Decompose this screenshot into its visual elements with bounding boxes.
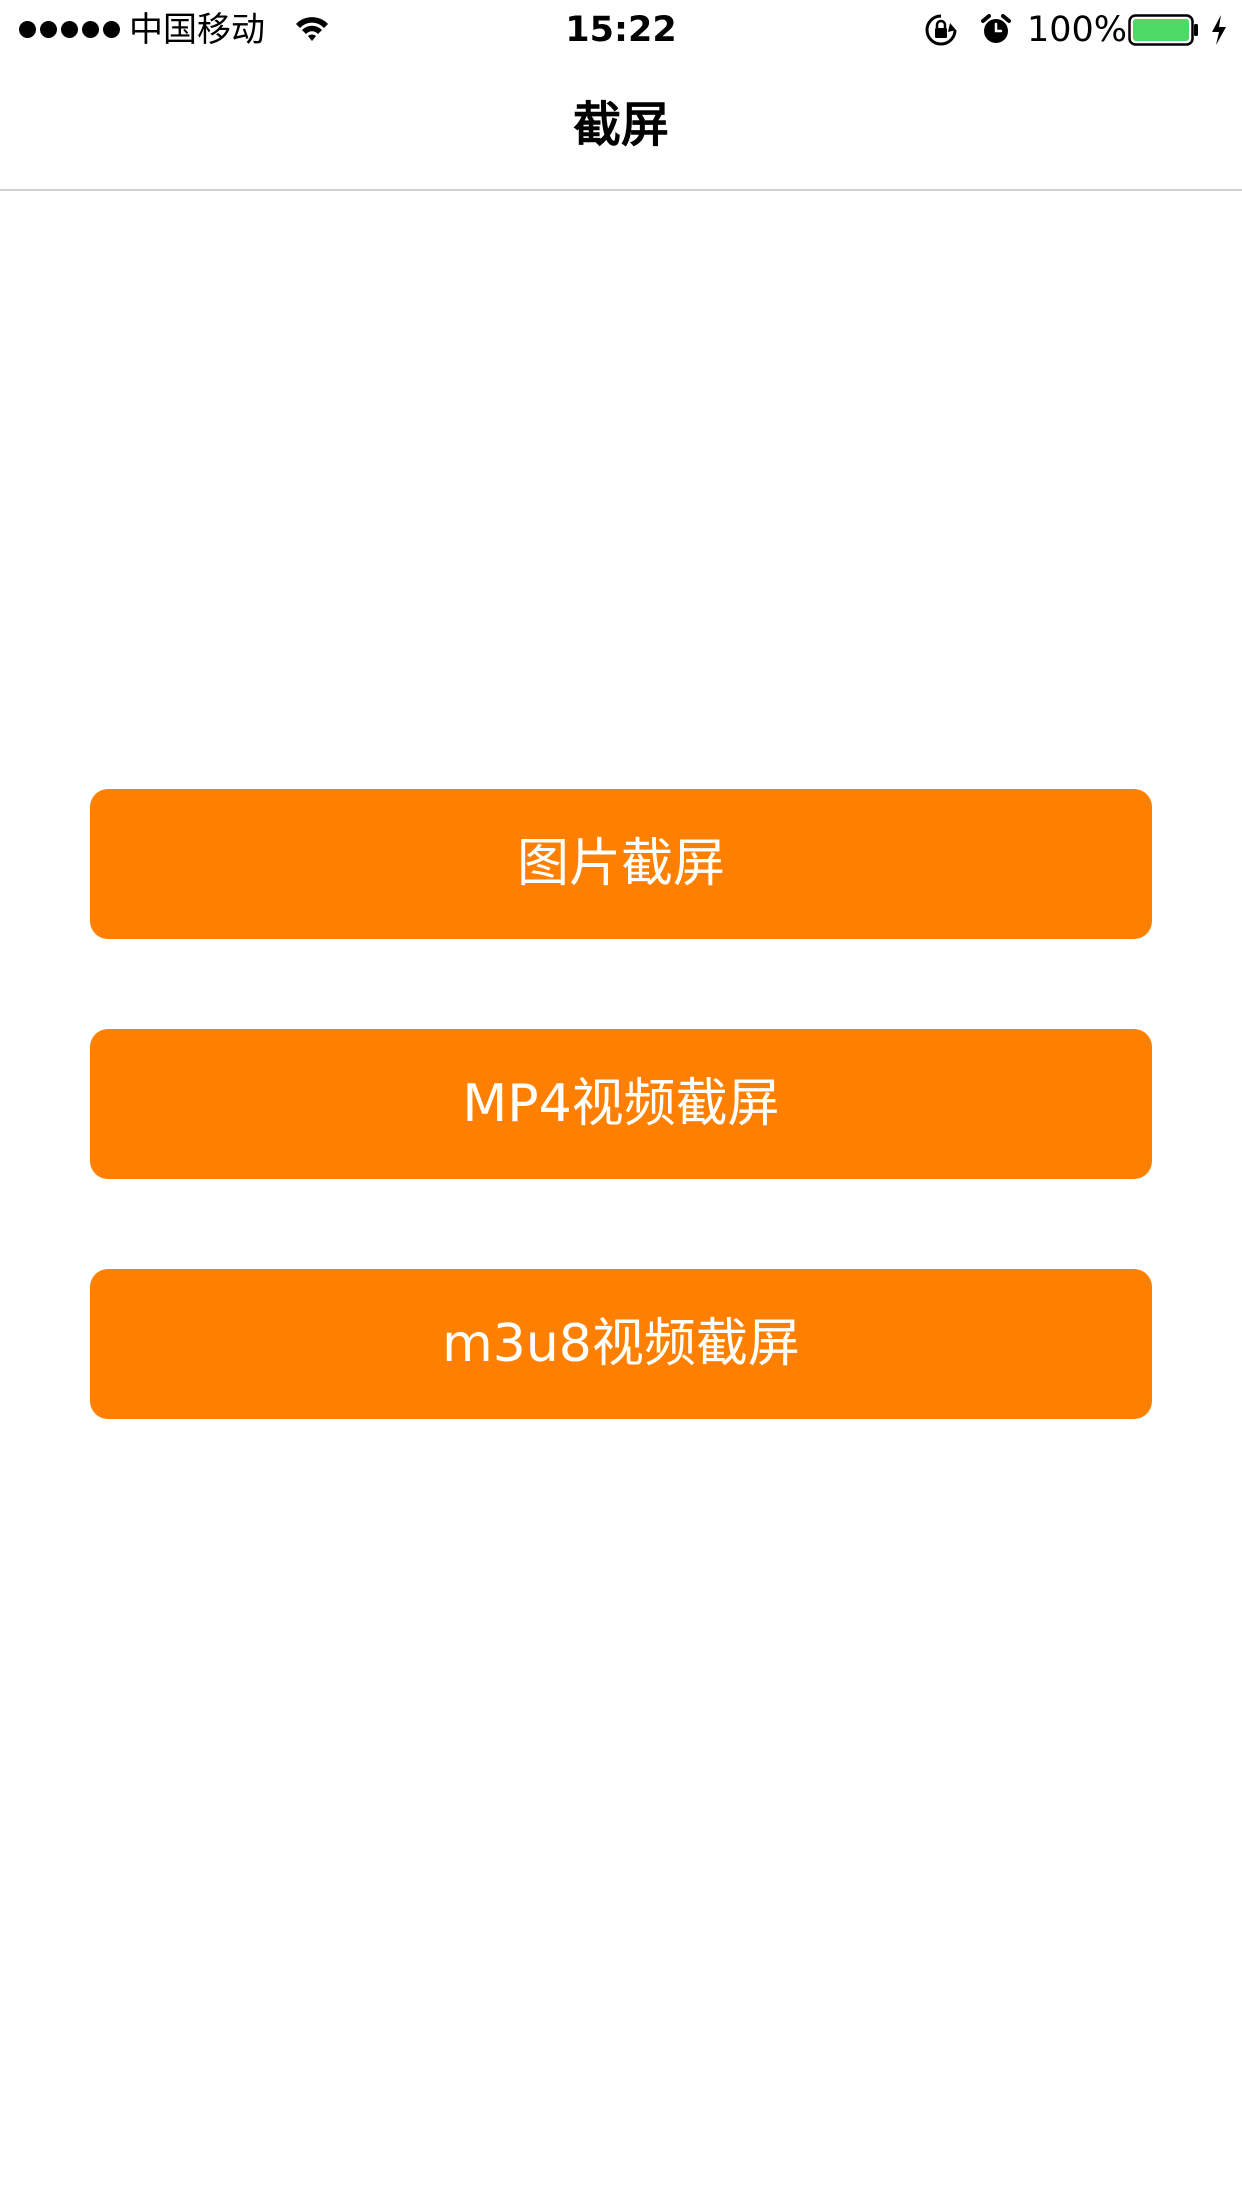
navigation-bar: 截屏 (0, 60, 1242, 191)
battery-icon (1128, 14, 1198, 46)
charging-icon (1212, 15, 1226, 45)
alarm-icon (981, 14, 1011, 43)
status-bar: 中国移动 15:22 100% (0, 0, 1242, 60)
battery-percent: 100% (1027, 10, 1128, 50)
rotation-lock-icon (925, 14, 957, 46)
mp4-video-screenshot-button[interactable]: MP4视频截屏 (90, 1029, 1152, 1179)
m3u8-video-screenshot-button[interactable]: m3u8视频截屏 (90, 1269, 1152, 1419)
page-title: 截屏 (572, 97, 669, 153)
image-screenshot-button[interactable]: 图片截屏 (90, 789, 1152, 939)
